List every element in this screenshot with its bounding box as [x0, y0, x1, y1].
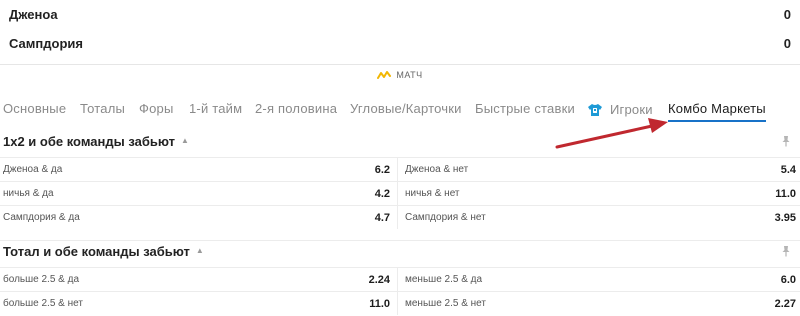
team-score-home: 0: [783, 6, 791, 22]
odd-value: 6.0: [780, 273, 796, 286]
pin-icon[interactable]: [780, 135, 792, 147]
odd-value: 11.0: [369, 297, 390, 310]
market-row: Дженоа & да 6.2 Дженоа & нет 5.4: [0, 157, 800, 181]
outcome-label: меньше 2.5 & да: [405, 274, 483, 285]
odds-cell[interactable]: меньше 2.5 & да 6.0: [398, 268, 800, 291]
outcome-label: ничья & нет: [405, 188, 460, 199]
tab-quick-bets[interactable]: Быстрые ставки: [475, 98, 575, 122]
outcome-label: Сампдория & нет: [405, 212, 486, 223]
tab-second-half[interactable]: 2-я половина: [255, 98, 337, 122]
outcome-label: больше 2.5 & нет: [3, 298, 83, 309]
match-label-text: МАТЧ: [396, 70, 423, 80]
outcome-label: Дженоа & нет: [405, 164, 469, 175]
market-row: больше 2.5 & нет 11.0 меньше 2.5 & нет 2…: [0, 291, 800, 315]
outcome-label: Дженоа & да: [3, 164, 63, 175]
tab-combo-markets[interactable]: Комбо Маркеты: [668, 98, 766, 122]
odd-value: 4.2: [374, 187, 390, 200]
outcome-label: ничья & да: [3, 188, 54, 199]
outcome-label: Сампдория & да: [3, 212, 80, 223]
odds-cell[interactable]: Сампдория & да 4.7: [0, 206, 398, 229]
odd-value: 2.24: [368, 273, 390, 286]
pin-icon[interactable]: [780, 245, 792, 257]
tab-players[interactable]: Игроки: [587, 98, 653, 122]
odds-cell[interactable]: Дженоа & да 6.2: [0, 158, 398, 181]
divider: [0, 64, 800, 65]
market-row: больше 2.5 & да 2.24 меньше 2.5 & да 6.0: [0, 267, 800, 291]
tab-main[interactable]: Основные: [3, 98, 66, 122]
tab-first-half[interactable]: 1-й тайм: [189, 98, 242, 122]
odds-cell[interactable]: больше 2.5 & да 2.24: [0, 268, 398, 291]
team-name-home: Дженоа: [9, 6, 58, 22]
market-row: Сампдория & да 4.7 Сампдория & нет 3.95: [0, 205, 800, 229]
caret-up-icon: ▲: [195, 246, 204, 255]
tab-corners-cards[interactable]: Угловые/Карточки: [350, 98, 462, 122]
odds-cell[interactable]: Дженоа & нет 5.4: [398, 158, 800, 181]
odd-value: 4.7: [374, 211, 390, 224]
market-tabs: Основные Тоталы Форы 1-й тайм 2-я полови…: [0, 98, 800, 124]
outcome-label: меньше 2.5 & нет: [405, 298, 486, 309]
team-row-away: Сампдория 0: [0, 29, 800, 57]
odds-cell[interactable]: ничья & нет 11.0: [398, 182, 800, 205]
odds-cell[interactable]: больше 2.5 & нет 11.0: [0, 292, 398, 315]
match-label[interactable]: МАТЧ: [0, 67, 800, 83]
section-title: 1x2 и обе команды забьют: [3, 133, 176, 149]
team-name-away: Сампдория: [9, 35, 83, 51]
section-header-total-btts[interactable]: Тотал и обе команды забьют ▲: [0, 240, 800, 262]
match-stats-icon: [377, 71, 392, 79]
odd-value: 2.27: [774, 297, 796, 310]
tab-handicaps[interactable]: Форы: [139, 98, 174, 122]
tab-players-label: Игроки: [610, 102, 653, 117]
odds-cell[interactable]: ничья & да 4.2: [0, 182, 398, 205]
odd-value: 6.2: [374, 163, 390, 176]
section-header-1x2-btts[interactable]: 1x2 и обе команды забьют ▲: [0, 130, 800, 152]
outcome-label: больше 2.5 & да: [3, 274, 80, 285]
section-title: Тотал и обе команды забьют: [3, 244, 190, 259]
team-row-home: Дженоа 0: [0, 0, 800, 28]
tab-totals[interactable]: Тоталы: [80, 98, 125, 122]
odds-cell[interactable]: Сампдория & нет 3.95: [398, 206, 800, 229]
caret-up-icon: ▲: [181, 135, 189, 145]
odd-value: 5.4: [780, 163, 796, 176]
odds-cell[interactable]: меньше 2.5 & нет 2.27: [398, 292, 800, 315]
shirt-icon: [588, 104, 602, 116]
team-score-away: 0: [783, 35, 791, 51]
odd-value: 11.0: [775, 187, 796, 200]
odd-value: 3.95: [774, 211, 796, 224]
market-row: ничья & да 4.2 ничья & нет 11.0: [0, 181, 800, 205]
